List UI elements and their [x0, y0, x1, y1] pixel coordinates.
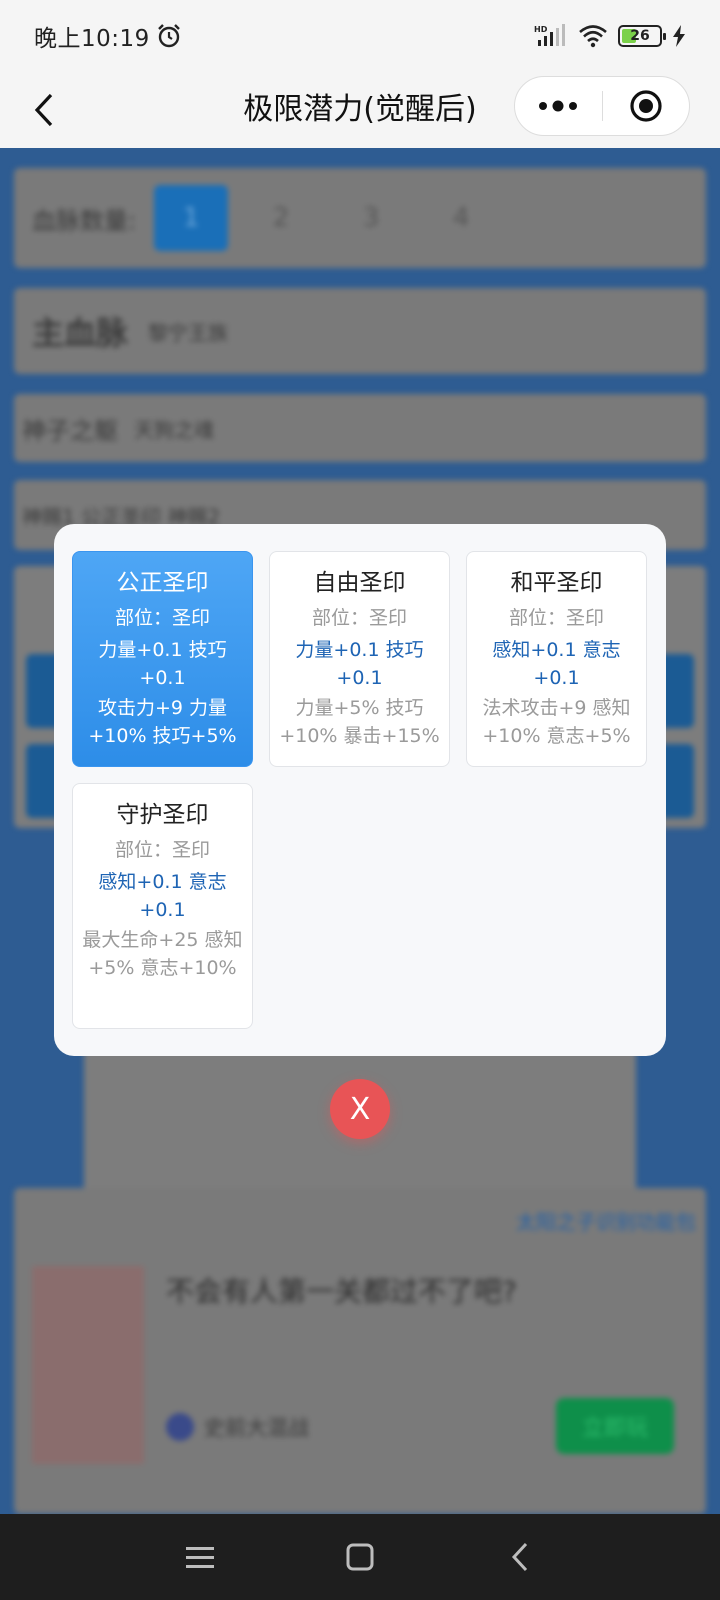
home-button[interactable] [335, 1532, 385, 1582]
seal-card-attributes: 感知+0.1 意志+0.1 [98, 871, 227, 921]
target-icon [630, 90, 662, 122]
seal-card-name: 守护圣印 [116, 802, 209, 828]
seal-card-name: 公正圣印 [116, 570, 209, 596]
seal-card-bonus: 最大生命+25 感知+5% 意志+10% [82, 929, 243, 979]
system-nav-bar [0, 1514, 720, 1600]
seal-card-position: 部位：圣印 [114, 607, 210, 629]
ad-source: 史前大混战 [204, 1416, 309, 1440]
bloodline-tab-2[interactable]: 2 [244, 185, 318, 251]
seal-card-bonus: 攻击力+9 力量+10% 技巧+5% [88, 697, 237, 747]
battery-level: 26 [630, 28, 650, 44]
status-bar: 晚上10:19 HD 26 [0, 0, 720, 72]
status-time: 晚上10:19 [34, 26, 150, 52]
mini-program-capsule [514, 76, 690, 136]
ad-card[interactable]: 太阳之子识别功能包 不会有人第一关都过不了吧? 史前大混战 立即玩 [14, 1188, 706, 1514]
seal-card-peace[interactable]: 和平圣印 部位：圣印 感知+0.1 意志+0.1 法术攻击+9 感知+10% 意… [466, 551, 647, 767]
main-bloodline-label: 主血脉 [32, 314, 129, 352]
seal-card-name: 自由圣印 [313, 570, 406, 596]
seal-card-attributes: 力量+0.1 技巧+0.1 [295, 639, 424, 689]
seal-card-position: 部位：圣印 [114, 839, 210, 861]
seal-card-guardian[interactable]: 守护圣印 部位：圣印 感知+0.1 意志+0.1 最大生命+25 感知+5% 意… [72, 783, 253, 1029]
bloodline-count-label: 血脉数量: [32, 206, 137, 235]
battery-icon: 26 [618, 25, 666, 47]
charging-icon [673, 25, 685, 47]
wifi-icon [579, 25, 607, 48]
seal-card-position: 部位：圣印 [311, 607, 407, 629]
bloodline-tab-3[interactable]: 3 [334, 185, 408, 251]
system-back-button[interactable] [495, 1532, 545, 1582]
seal-card-bonus: 法术攻击+9 感知+10% 意志+5% [482, 697, 631, 747]
god-child-value: 天狗之魂 [134, 417, 214, 442]
seal-card-attributes: 感知+0.1 意志+0.1 [492, 639, 621, 689]
title-bar: 极限潜力(觉醒后) [0, 72, 720, 148]
bloodline-tab-1[interactable]: 1 [154, 185, 229, 251]
ad-source-avatar [166, 1413, 194, 1441]
alarm-icon [157, 24, 180, 48]
ad-link[interactable]: 太阳之子识别功能包 [516, 1206, 696, 1235]
back-triangle-icon [511, 1542, 528, 1572]
home-square-icon [346, 1543, 374, 1571]
bloodline-count-card: 血脉数量: 1 2 3 4 [14, 168, 706, 268]
main-bloodline-card[interactable]: 主血脉 黎宁王族 [14, 288, 706, 374]
ad-play-button[interactable]: 立即玩 [556, 1398, 674, 1454]
more-dots-icon [539, 100, 578, 112]
seal-card-attributes: 力量+0.1 技巧+0.1 [98, 639, 227, 689]
seal-picker-dialog: 公正圣印 部位：圣印 力量+0.1 技巧+0.1 攻击力+9 力量+10% 技巧… [54, 524, 666, 1056]
god-child-card[interactable]: 神子之躯 天狗之魂 [14, 394, 706, 462]
seal-card-justice[interactable]: 公正圣印 部位：圣印 力量+0.1 技巧+0.1 攻击力+9 力量+10% 技巧… [72, 551, 253, 767]
menu-button[interactable] [175, 1532, 225, 1582]
menu-icon [186, 1547, 214, 1568]
seal-card-freedom[interactable]: 自由圣印 部位：圣印 力量+0.1 技巧+0.1 力量+5% 技巧+10% 暴击… [269, 551, 450, 767]
svg-text:HD: HD [534, 25, 548, 34]
main-bloodline-value: 黎宁王族 [148, 320, 229, 345]
close-dialog-button[interactable]: X [330, 1079, 390, 1139]
god-child-label: 神子之躯 [22, 416, 118, 445]
seal-card-name: 和平圣印 [510, 570, 603, 596]
seal-card-bonus: 力量+5% 技巧+10% 暴击+15% [279, 697, 440, 747]
bloodline-tab-4[interactable]: 4 [424, 185, 498, 251]
more-button[interactable] [515, 77, 602, 135]
ad-title: 不会有人第一关都过不了吧? [166, 1275, 517, 1308]
seal-card-grid: 公正圣印 部位：圣印 力量+0.1 技巧+0.1 攻击力+9 力量+10% 技巧… [72, 551, 648, 1029]
close-program-button[interactable] [603, 77, 690, 135]
hd-signal-icon: HD [534, 24, 565, 46]
ad-image [32, 1266, 144, 1464]
seal-card-position: 部位：圣印 [508, 607, 604, 629]
